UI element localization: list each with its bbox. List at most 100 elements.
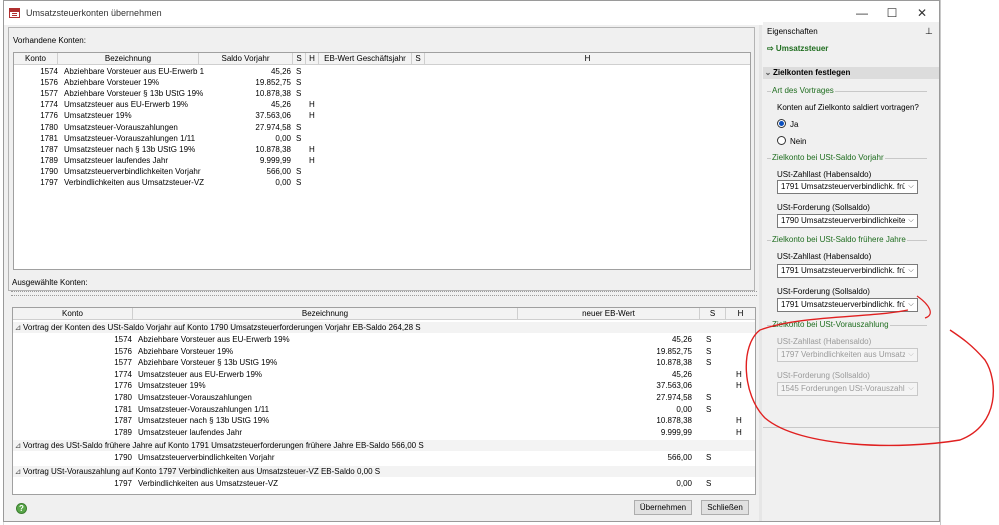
collapse-icon[interactable]: ⊿ bbox=[13, 322, 23, 333]
table-row[interactable]: 1574 Abziehbare Vorsteuer aus EU-Erwerb 1… bbox=[13, 334, 755, 345]
fieldset-fruehere-title: Zielkonto bei USt-Saldo frühere Jahre bbox=[771, 235, 907, 244]
konto-cell: 1780 bbox=[114, 393, 132, 402]
help-icon[interactable]: ? bbox=[16, 503, 27, 514]
group-row[interactable]: ⊿ Vortrag USt-Vorauszahlung auf Konto 179… bbox=[13, 466, 755, 477]
table-row[interactable]: 1789 Umsatzsteuer laufendes Jahr 9.999,99 H bbox=[13, 427, 755, 438]
konto-cell: 1797 bbox=[114, 479, 132, 488]
table-row[interactable]: 1774 Umsatzsteuer aus EU-Erwerb 19% 45,26 H bbox=[13, 369, 755, 380]
vorjahr-zahllast-value: 1791 Umsatzsteuerverbindlichk. frühe bbox=[781, 182, 916, 191]
col-konto[interactable]: Konto bbox=[14, 53, 58, 65]
konto-cell: 1789 bbox=[40, 155, 58, 165]
bezeichnung-cell: Umsatzsteuer-Vorauszahlungen bbox=[64, 122, 178, 132]
radio-nein-label[interactable]: Nein bbox=[790, 137, 806, 146]
col-neuer-eb-wert[interactable]: neuer EB-Wert bbox=[518, 308, 700, 320]
fruehere-zahllast-select[interactable]: 1791 Umsatzsteuerverbindlichk. frühe ⌵ bbox=[777, 264, 918, 278]
chevron-down-icon[interactable]: ⌵ bbox=[905, 265, 917, 277]
table-row[interactable]: 1790 Umsatzsteuerverbindlichkeiten Vorjah… bbox=[13, 452, 755, 463]
schliessen-button[interactable]: Schließen bbox=[701, 500, 749, 515]
radio-ja-label[interactable]: Ja bbox=[790, 120, 798, 129]
konto-cell: 1576 bbox=[114, 346, 132, 356]
bezeichnung-cell: Umsatzsteuer 19% bbox=[64, 111, 132, 121]
properties-panel: Eigenschaften ⊥ ⇨ Umsatzsteuer ⌄ Zielkont… bbox=[763, 22, 939, 520]
table-row[interactable]: 1576 Abziehbare Vorsteuer 19% 19.852,75 S bbox=[14, 77, 750, 88]
uebernehmen-button[interactable]: Übernehmen bbox=[634, 500, 692, 515]
konto-cell: 1574 bbox=[114, 335, 132, 344]
s-cell: S bbox=[706, 358, 712, 368]
table-row[interactable]: 1780 Umsatzsteuer-Vorauszahlungen 27.974,5… bbox=[14, 122, 750, 133]
s-cell: S bbox=[296, 78, 302, 88]
table-row[interactable]: 1787 Umsatzsteuer nach § 13b UStG 19% 10.8… bbox=[13, 415, 755, 426]
table-row[interactable]: 1790 Umsatzsteuerverbindlichkeiten Vorjah… bbox=[14, 166, 750, 177]
table-row[interactable]: 1577 Abziehbare Vorsteuer § 13b UStG 19% 1… bbox=[13, 357, 755, 368]
panel-divider[interactable] bbox=[759, 25, 762, 521]
section-zielkonten[interactable]: ⌄ Zielkonten festlegen bbox=[763, 67, 939, 79]
collapse-icon[interactable]: ⊿ bbox=[13, 440, 23, 451]
group-row[interactable]: ⊿ Vortrag des USt-Saldo frühere Jahre auf… bbox=[13, 440, 755, 452]
vorjahr-zahllast-select[interactable]: 1791 Umsatzsteuerverbindlichk. frühe ⌵ bbox=[777, 180, 918, 194]
table-row[interactable]: 1774 Umsatzsteuer aus EU-Erwerb 19% 45,26 H bbox=[14, 99, 750, 110]
bezeichnung-cell: Abziehbare Vorsteuer aus EU-Erwerb 19% bbox=[138, 335, 290, 344]
radio-ja[interactable] bbox=[777, 119, 786, 128]
chevron-down-icon[interactable]: ⌵ bbox=[905, 299, 917, 311]
close-button[interactable]: ✕ bbox=[908, 3, 936, 23]
radio-nein[interactable] bbox=[777, 136, 786, 145]
col-eb-wert[interactable]: EB-Wert Geschäftsjahr bbox=[319, 53, 412, 65]
eb-wert-cell: 27.974,58 bbox=[656, 393, 692, 402]
konto-cell: 1776 bbox=[40, 111, 58, 121]
properties-title: Eigenschaften bbox=[767, 27, 818, 36]
saldo-cell: 10.878,38 bbox=[255, 144, 291, 154]
vz-forderung-select: 1545 Forderungen USt-Vorauszahlun ⌵ bbox=[777, 382, 918, 396]
col-h[interactable]: H bbox=[726, 308, 755, 320]
col-bezeichnung[interactable]: Bezeichnung bbox=[58, 53, 199, 65]
bezeichnung-cell: Abziehbare Vorsteuer § 13b UStG 19% bbox=[138, 358, 278, 368]
app-icon bbox=[9, 8, 20, 18]
col-saldo-vorjahr[interactable]: Saldo Vorjahr bbox=[199, 53, 293, 65]
group-row[interactable]: ⊿ Vortrag der Konten des USt-Saldo Vorjah… bbox=[13, 322, 755, 333]
pin-icon[interactable]: ⊥ bbox=[925, 26, 933, 37]
chevron-down-icon[interactable]: ⌵ bbox=[905, 215, 917, 227]
table-row[interactable]: 1797 Verbindlichkeiten aus Umsatzsteuer-V… bbox=[13, 478, 755, 489]
table-row[interactable]: 1781 Umsatzsteuer-Vorauszahlungen 1/11 0,0… bbox=[13, 404, 755, 415]
col-bezeichnung[interactable]: Bezeichnung bbox=[133, 308, 518, 320]
table-row[interactable]: 1797 Verbindlichkeiten aus Umsatzsteuer-V… bbox=[14, 177, 750, 188]
grid-header-bottom: Konto Bezeichnung neuer EB-Wert S H bbox=[13, 308, 755, 320]
col-s[interactable]: S bbox=[293, 53, 306, 65]
eb-wert-cell: 10.878,38 bbox=[656, 416, 692, 426]
col-s[interactable]: S bbox=[700, 308, 726, 320]
breadcrumb[interactable]: ⇨ Umsatzsteuer bbox=[767, 44, 828, 53]
eb-wert-cell: 0,00 bbox=[676, 404, 692, 414]
eb-wert-cell: 10.878,38 bbox=[656, 358, 692, 368]
col-konto[interactable]: Konto bbox=[13, 308, 133, 320]
col-h2[interactable]: H bbox=[425, 53, 750, 65]
table-row[interactable]: 1574 Abziehbare Vorsteuer aus EU-Erwerb 1… bbox=[14, 66, 750, 77]
konto-cell: 1576 bbox=[40, 78, 58, 88]
divider bbox=[763, 427, 939, 428]
collapse-icon[interactable]: ⊿ bbox=[13, 466, 23, 477]
fieldset-vorauszahlung-title: Zielkonto bei USt-Vorauszahlung bbox=[771, 320, 890, 329]
col-h[interactable]: H bbox=[306, 53, 319, 65]
minimize-button[interactable]: — bbox=[848, 3, 876, 23]
table-row[interactable]: 1787 Umsatzsteuer nach § 13b UStG 19% 10.8… bbox=[14, 144, 750, 155]
chevron-down-icon[interactable]: ⌵ bbox=[905, 181, 917, 193]
table-row[interactable]: 1781 Umsatzsteuer-Vorauszahlungen 1/11 0,0… bbox=[14, 133, 750, 144]
saldo-cell: 19.852,75 bbox=[255, 78, 291, 88]
konto-cell: 1577 bbox=[40, 89, 58, 99]
table-row[interactable]: 1577 Abziehbare Vorsteuer § 13b UStG 19% 1… bbox=[14, 88, 750, 99]
vorjahr-forderung-select[interactable]: 1790 Umsatzsteuerverbindlichkeiten ⌵ bbox=[777, 214, 918, 228]
table-row[interactable]: 1780 Umsatzsteuer-Vorauszahlungen 27.974,5… bbox=[13, 392, 755, 403]
saldiert-question: Konten auf Zielkonto saldiert vortragen? bbox=[777, 103, 919, 112]
vorjahr-forderung-label: USt-Forderung (Sollsaldo) bbox=[777, 203, 870, 212]
table-row[interactable]: 1776 Umsatzsteuer 19% 37.563,06 H bbox=[13, 380, 755, 391]
table-row[interactable]: 1789 Umsatzsteuer laufendes Jahr 9.999,99 H bbox=[14, 155, 750, 166]
vz-zahllast-value: 1797 Verbindlichkeiten aus Umsatzst bbox=[781, 350, 913, 359]
table-row[interactable]: 1576 Abziehbare Vorsteuer 19% 19.852,75 S bbox=[13, 346, 755, 357]
fruehere-forderung-select[interactable]: 1791 Umsatzsteuerverbindlichk. frühe ⌵ bbox=[777, 298, 918, 312]
grid-header: Konto Bezeichnung Saldo Vorjahr S H EB-W… bbox=[14, 53, 750, 65]
maximize-button[interactable]: ☐ bbox=[878, 3, 906, 23]
splitter[interactable] bbox=[11, 291, 757, 296]
col-s2[interactable]: S bbox=[412, 53, 425, 65]
table-row[interactable]: 1776 Umsatzsteuer 19% 37.563,06 H bbox=[14, 110, 750, 121]
s-cell: S bbox=[706, 479, 712, 488]
bezeichnung-cell: Umsatzsteuer 19% bbox=[138, 381, 206, 391]
s-cell: S bbox=[706, 335, 712, 344]
